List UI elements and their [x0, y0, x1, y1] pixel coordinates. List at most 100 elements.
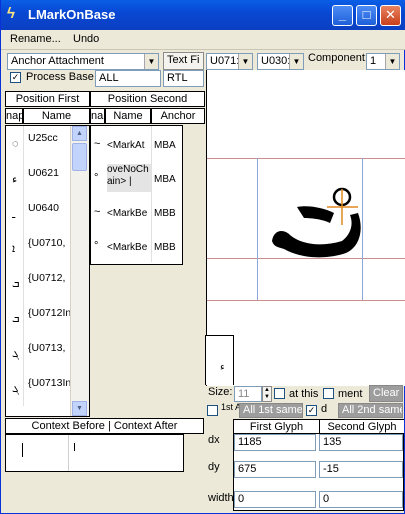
- ascent-line: [207, 158, 405, 159]
- anchor-name[interactable]: MBA: [154, 174, 182, 188]
- second-glyph-list[interactable]: ~ <MarkAt MBA ° oveNoCh ain> | MBA ~ <MarkBe MBB…: [90, 125, 183, 265]
- checkmark-icon: ✓: [11, 72, 20, 82]
- row-divider: [151, 160, 152, 194]
- menu-rename[interactable]: Rename...: [10, 33, 61, 45]
- clear-button[interactable]: Clear: [369, 385, 403, 402]
- lookup-type-value: Anchor Attachment: [11, 55, 104, 67]
- first-glyph-name[interactable]: U0640: [28, 202, 73, 218]
- second-glyph-value[interactable]: 0: [319, 491, 403, 508]
- context-area[interactable]: [5, 434, 184, 472]
- spin-up-icon: ▲ ▼: [264, 387, 270, 400]
- first-glyph-name[interactable]: {U0712In: [28, 307, 73, 323]
- lookup-type-select[interactable]: Anchor Attachment ▼: [7, 53, 159, 70]
- row-divider: [23, 196, 24, 231]
- maximize-icon: □: [362, 7, 371, 22]
- process-base-checkbox[interactable]: ✓: [10, 72, 21, 83]
- minimize-button[interactable]: _: [332, 5, 353, 26]
- menu-undo[interactable]: Undo: [73, 33, 99, 45]
- size-label: Size:: [208, 386, 233, 398]
- menu-bar: Rename... Undo: [1, 30, 405, 50]
- row-divider: [151, 228, 152, 262]
- second-glyph-name[interactable]: <MarkBe: [107, 208, 151, 222]
- preview-glyph: ء: [220, 362, 225, 373]
- first-anchor-checkbox[interactable]: [207, 405, 218, 416]
- row-divider: [151, 194, 152, 228]
- scroll-up-icon[interactable]: ▲: [72, 126, 87, 141]
- component-select[interactable]: 1 ▼: [366, 53, 400, 70]
- component-value: 1: [370, 55, 377, 67]
- all-second-same-button[interactable]: All 2nd same: [338, 403, 403, 418]
- d-label: d: [321, 403, 328, 415]
- first-glyph-select[interactable]: U071: ▼: [206, 53, 253, 70]
- first-list-scrollbar[interactable]: ▲ ▼: [70, 126, 89, 416]
- row-divider: [151, 126, 152, 160]
- text-cursor: [22, 443, 23, 457]
- scroll-thumb[interactable]: [72, 143, 87, 171]
- chevron-down-icon: ▼: [289, 54, 303, 69]
- first-name-column[interactable]: Name: [23, 108, 90, 124]
- size-field[interactable]: 11: [234, 386, 262, 402]
- first-glyph-name[interactable]: {U0710,: [28, 237, 73, 253]
- anchor-name[interactable]: MBA: [154, 140, 182, 154]
- position-first-header: Position First: [5, 91, 90, 107]
- chevron-down-icon: ▼: [238, 54, 252, 69]
- descent-line: [207, 300, 405, 301]
- direction-field[interactable]: RTL: [163, 70, 204, 87]
- second-glyph-select[interactable]: U030: ▼: [257, 53, 304, 70]
- at-this-label: at this: [289, 388, 319, 400]
- second-glyph-value[interactable]: -15: [319, 461, 403, 478]
- text-cursor: [74, 443, 75, 451]
- first-glyph-value[interactable]: 1185: [234, 434, 316, 451]
- ment-checkbox[interactable]: [323, 388, 334, 399]
- second-glyph-name[interactable]: oveNoCh ain> |: [107, 164, 151, 192]
- grid-row-label: dx: [208, 434, 220, 446]
- close-icon: ✕: [385, 7, 396, 22]
- text-field-button[interactable]: Text Fi: [163, 52, 204, 70]
- second-anchor-column[interactable]: Anchor: [151, 108, 205, 124]
- first-glyph-name[interactable]: U0621: [28, 167, 73, 183]
- checkmark-icon: ✓: [307, 405, 316, 415]
- maximize-button[interactable]: □: [356, 5, 377, 26]
- row-divider: [23, 126, 24, 161]
- process-base-label: Process Base: [26, 71, 94, 83]
- minimize-icon: _: [338, 7, 347, 22]
- size-spinner[interactable]: ▲ ▼: [262, 386, 272, 402]
- anchor-name[interactable]: MBB: [154, 242, 182, 256]
- second-glyph-value: U030:: [261, 55, 291, 67]
- origin-line: [257, 158, 258, 300]
- at-this-checkbox[interactable]: [274, 388, 285, 399]
- first-glyph-name[interactable]: {U0713In: [28, 377, 73, 393]
- glyph-thumbnail: ~: [94, 206, 101, 218]
- grid-row-label: width: [208, 492, 234, 504]
- second-map-column[interactable]: nap: [90, 108, 105, 124]
- glyph-canvas[interactable]: [206, 70, 405, 386]
- grid-row-label: dy: [208, 461, 220, 473]
- scroll-down-icon[interactable]: ▼: [72, 401, 87, 416]
- close-button[interactable]: ✕: [380, 5, 401, 26]
- all-first-same-button[interactable]: All 1st same: [239, 403, 303, 418]
- first-glyph-name[interactable]: {U0713,: [28, 342, 73, 358]
- first-glyph-value[interactable]: 675: [234, 461, 316, 478]
- first-glyph-value: U071:: [210, 55, 240, 67]
- row-divider: [23, 266, 24, 301]
- second-glyph-value[interactable]: 135: [319, 434, 403, 451]
- second-glyph-name[interactable]: <MarkAt: [107, 140, 151, 154]
- context-header: Context Before | Context After: [5, 418, 204, 434]
- glyph-thumbnail: °: [94, 172, 99, 184]
- second-name-column[interactable]: Name: [105, 108, 151, 124]
- first-glyph-name[interactable]: {U0712,: [28, 272, 73, 288]
- second-glyph-column: Second Glyph: [320, 420, 404, 434]
- first-glyph-name[interactable]: U25cc: [28, 132, 73, 148]
- anchor-name[interactable]: MBB: [154, 208, 182, 222]
- window-title: LMarkOnBase: [28, 7, 116, 22]
- glyph-preview: [272, 187, 361, 258]
- d-checkbox[interactable]: ✓: [306, 405, 317, 416]
- title-bar[interactable]: ϟ LMarkOnBase _ □ ✕: [1, 0, 405, 30]
- chevron-down-icon: ▼: [144, 54, 158, 69]
- second-glyph-name[interactable]: <MarkBe: [107, 242, 151, 256]
- first-glyph-value[interactable]: 0: [234, 491, 316, 508]
- script-field[interactable]: ALL: [95, 70, 161, 87]
- small-preview: ء: [205, 335, 234, 385]
- first-map-column[interactable]: nap: [5, 108, 23, 124]
- row-divider: [23, 336, 24, 371]
